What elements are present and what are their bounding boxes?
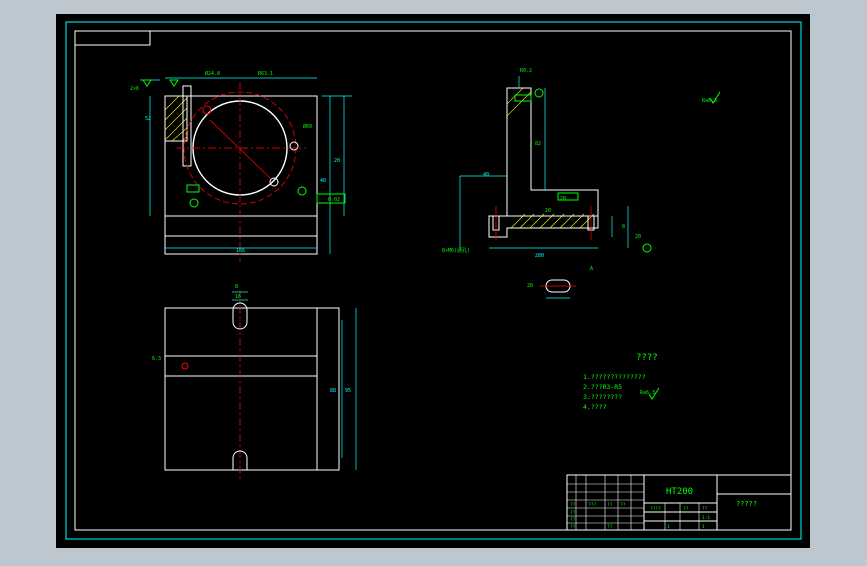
dim-base2: 20	[560, 196, 566, 202]
tb-cell-0: ??	[570, 502, 576, 508]
dim-vertical2: 88	[330, 388, 336, 394]
dim-vert-1: 20	[334, 158, 340, 164]
dim-vert-2: 40	[320, 178, 326, 184]
tb-cell-4: ??	[570, 510, 576, 516]
drawing-viewport[interactable]: Ø24.8 R63.1 Ø60 166 20 40 52 2×6 0.02 8 …	[0, 0, 867, 562]
tb-cell-9: ??	[683, 506, 689, 512]
dim-height1: 82	[535, 141, 541, 147]
dim-sect-label: A	[590, 266, 593, 272]
dim-top-right: R63.1	[258, 71, 273, 77]
tb-cell-5: ??	[570, 517, 576, 523]
dim-side-label: 2×6	[130, 86, 139, 92]
dim-tol-note: 0.02	[328, 197, 340, 203]
notes-line-1: 1.??????????????	[583, 373, 646, 381]
dim-vert-3: 52	[145, 116, 151, 122]
dim-vertical: 95	[345, 388, 351, 394]
dim-right-note: 20	[635, 234, 641, 240]
dim-bottom-note: 8×M6(通孔)	[442, 247, 470, 254]
dim-top-left: Ø24.8	[205, 70, 220, 77]
notes-line-3: 3.????????	[583, 393, 622, 401]
drawing-name: ?????	[736, 500, 757, 508]
dim-width: 280	[535, 253, 544, 259]
tb-cell-7: ??	[607, 524, 613, 530]
notes-roughness: Ra6.3	[640, 390, 655, 396]
dim-top-slot: 8	[235, 284, 238, 290]
tb-cell-10: ??	[702, 506, 708, 512]
tb-cell-6: ??	[570, 524, 576, 530]
dim-base: 20	[545, 208, 551, 214]
material-label: HT200	[666, 487, 693, 497]
dim-top-slot2: 16	[235, 294, 241, 300]
notes-line-4: 4.????	[583, 403, 607, 411]
cad-drawing: Ø24.8 R63.1 Ø60 166 20 40 52 2×6 0.02 8 …	[56, 14, 810, 548]
tb-cell-3: ??	[620, 502, 626, 508]
dim-hole: 6.3	[152, 356, 161, 362]
dim-tol: 8	[622, 224, 625, 230]
tb-cell-11: 1:1	[702, 515, 710, 521]
tb-cell-13: 1	[702, 524, 705, 530]
dim-side-tol: Ø60	[303, 123, 312, 130]
notes-line-2: 2.???R3-R5	[583, 383, 622, 391]
slot-dim: 20	[527, 283, 533, 289]
notes-title: ????	[636, 353, 658, 363]
tb-cell-12: 1	[667, 524, 670, 530]
dim-bottom: 166	[236, 248, 245, 254]
dim-top-label: R0.2	[520, 68, 532, 74]
tb-cell-8: ????	[650, 506, 661, 512]
tb-cell-2: ??	[607, 502, 613, 508]
drawing-paper	[56, 14, 810, 548]
tb-cell-1: ???	[588, 502, 596, 508]
dim-height2: 40	[483, 172, 489, 178]
